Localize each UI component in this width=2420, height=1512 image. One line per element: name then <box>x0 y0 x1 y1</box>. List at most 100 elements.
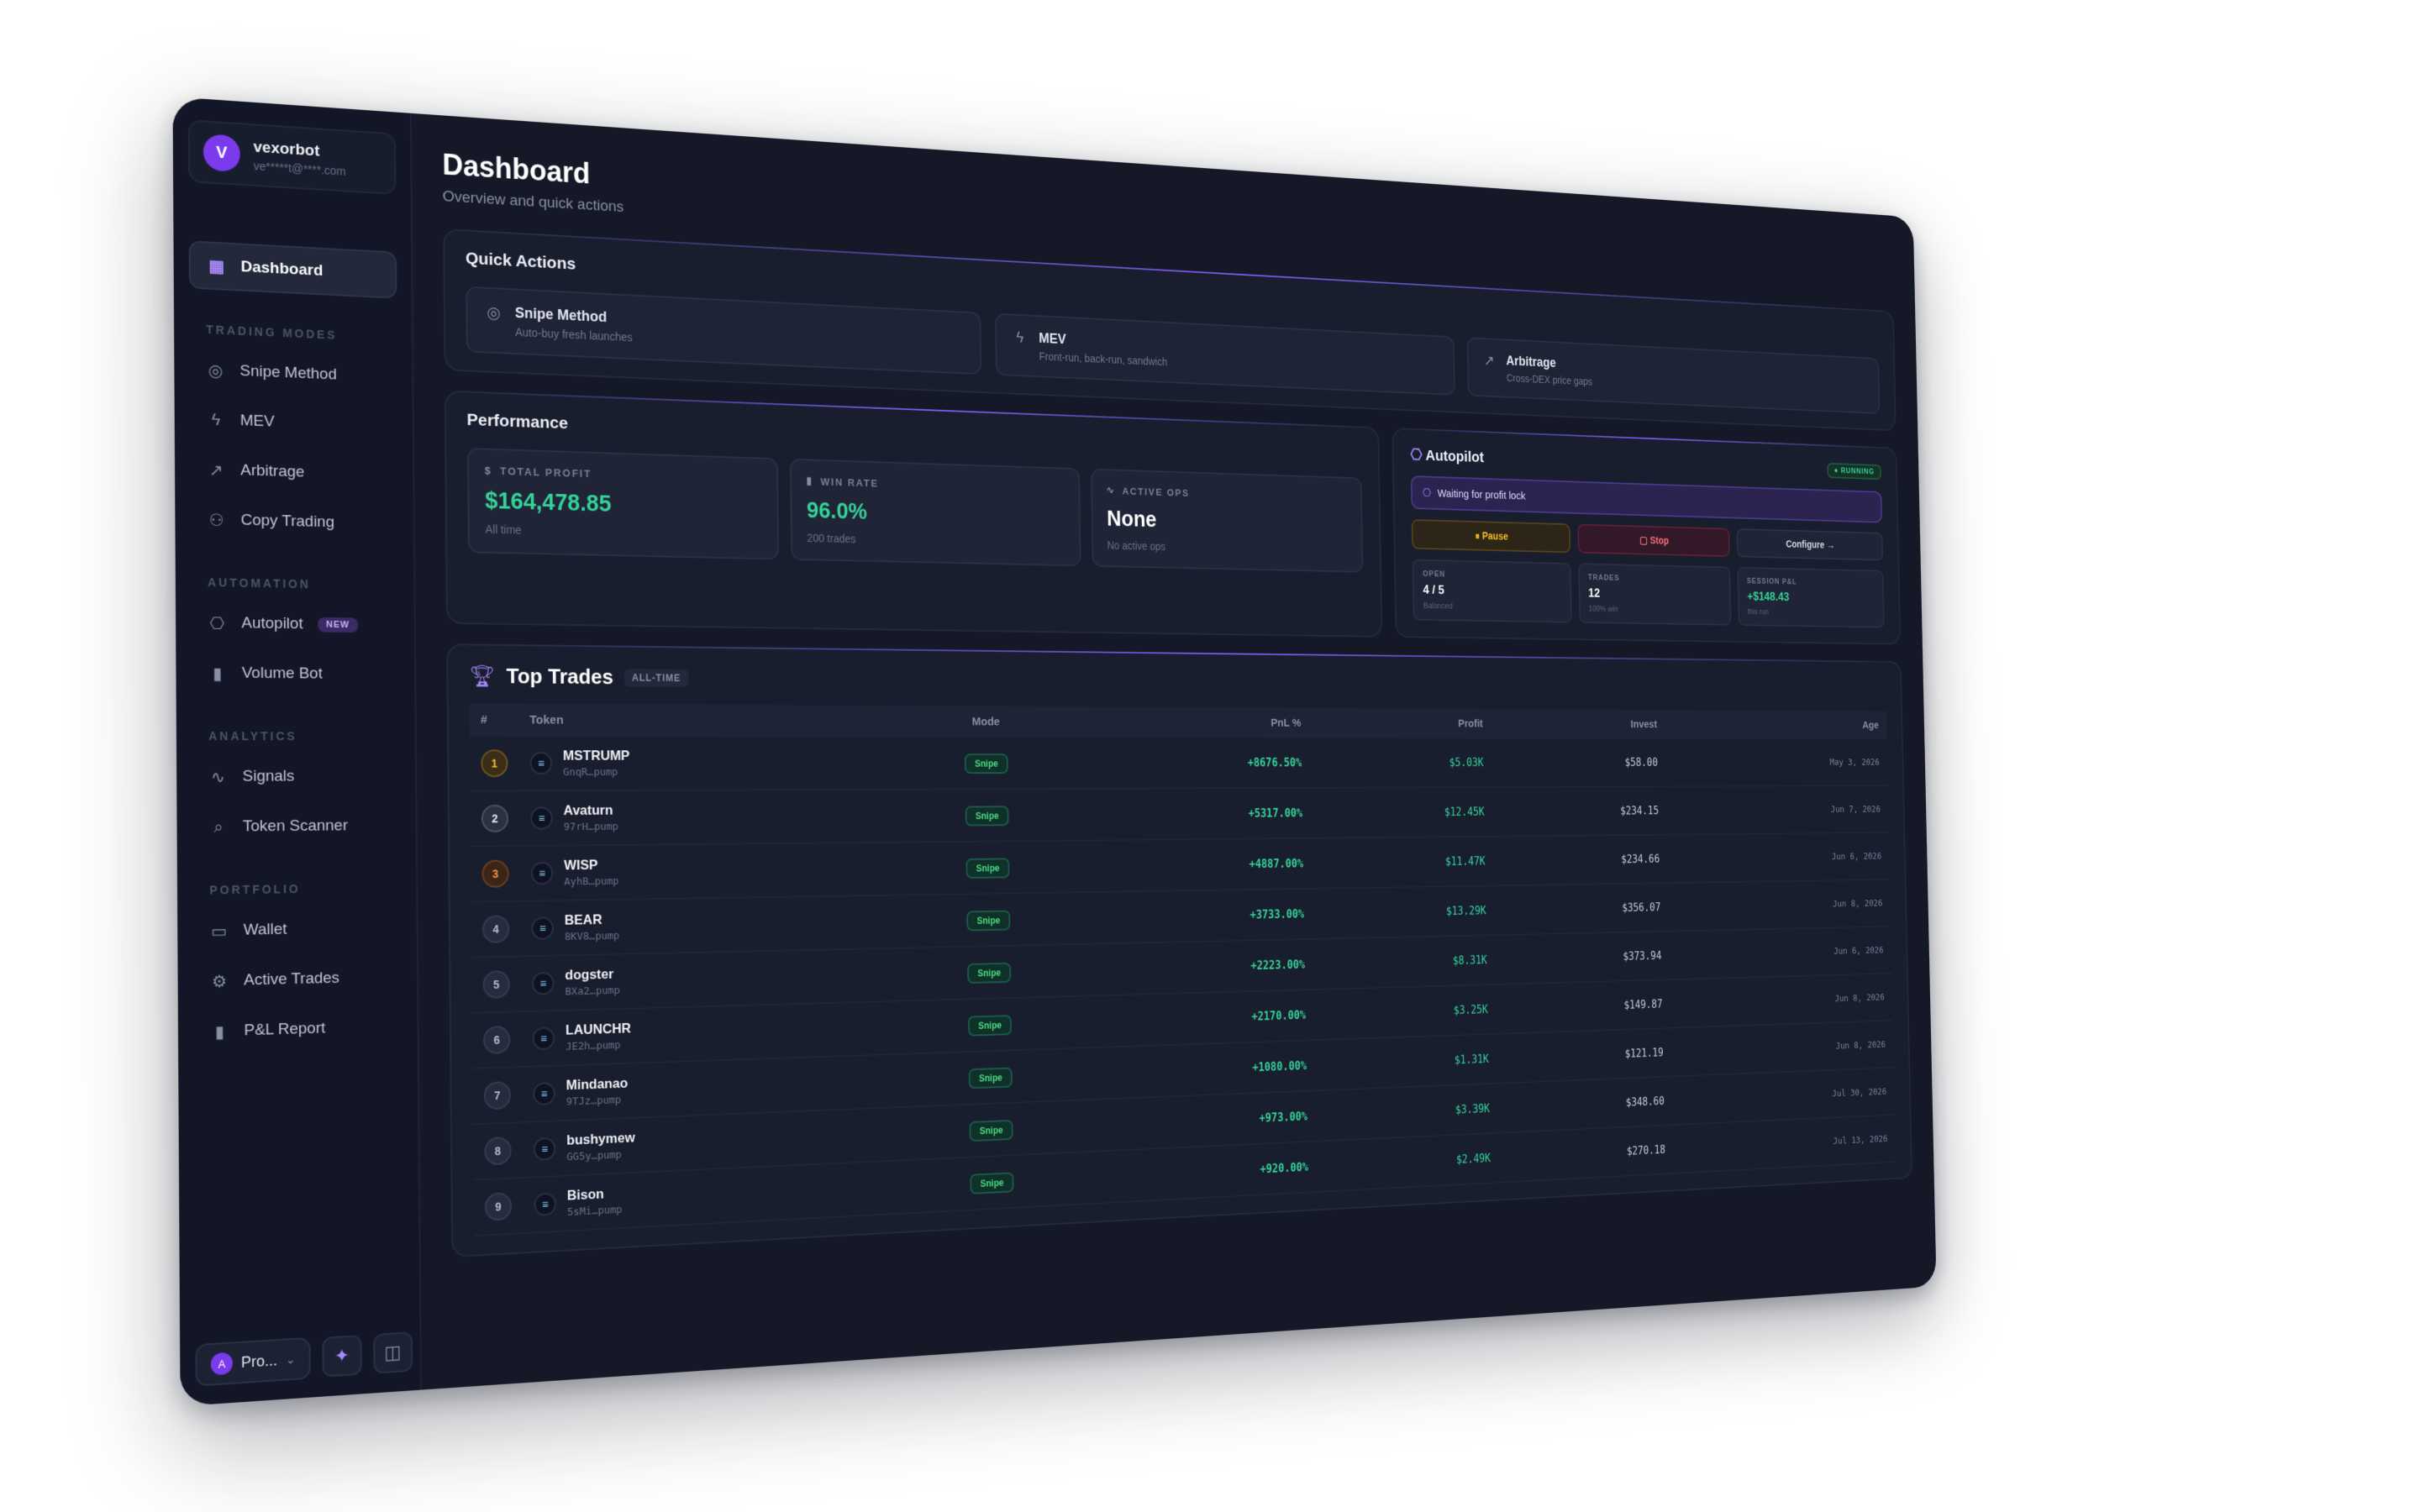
col-invest: Invest <box>1491 709 1665 739</box>
cell-pnl: +2170.00% <box>1086 990 1315 1047</box>
stat-label-text: TOTAL PROFIT <box>500 465 592 480</box>
target-icon: ◎ <box>206 361 224 381</box>
sidebar-item-token-scanner[interactable]: ⌕ Token Scanner <box>192 804 402 850</box>
cell-invest: $58.00 <box>1492 738 1667 787</box>
ap-stat-value: 4 / 5 <box>1423 583 1561 600</box>
ap-stat-value: 12 <box>1588 586 1721 603</box>
configure-button[interactable]: Configure → <box>1736 528 1883 560</box>
sparkle-button[interactable]: ✦ <box>322 1335 361 1378</box>
cell-age: May 3, 2026 <box>1665 739 1887 787</box>
solana-icon: ≡ <box>532 972 554 995</box>
quick-action-desc: Cross-DEX price gaps <box>1507 372 1592 387</box>
section-analytics: ANALYTICS <box>208 729 400 743</box>
cell-pnl: +1080.00% <box>1086 1040 1316 1100</box>
token-info: ≡ LAUNCHR JE2h…pump <box>533 1013 881 1054</box>
cell-age: Jun 6, 2026 <box>1670 927 1892 979</box>
token-address: BXa2…pump <box>566 984 620 998</box>
bolt-icon: ϟ <box>207 411 225 430</box>
table-row[interactable]: 1 ≡ MSTRUMP GnqR…pump Snipe +8676.50% $5.03K $5… <box>470 737 1888 791</box>
pause-label: Pause <box>1482 530 1508 543</box>
sidebar-item-dashboard[interactable]: ▦ Dashboard <box>189 240 397 299</box>
rank-badge: 4 <box>482 915 509 943</box>
stop-button[interactable]: ▢ Stop <box>1577 524 1730 557</box>
token-info: ≡ Mindanao 9TJz…pump <box>533 1067 881 1110</box>
mode-badge: Snipe <box>965 806 1009 826</box>
mode-badge: Snipe <box>967 962 1011 983</box>
autopilot-title: ⎔ Autopilot <box>1410 446 1484 467</box>
sidebar-item-pnl-report[interactable]: ▮ P&L Report <box>193 1004 402 1055</box>
mode-badge: Snipe <box>966 910 1010 931</box>
avatar: V <box>203 134 240 172</box>
trophy-icon: 🏆︎ <box>469 664 496 689</box>
cell-profit: $11.47K <box>1313 837 1495 889</box>
sidebar-item-signals[interactable]: ∿ Signals <box>192 754 401 800</box>
cell-token: ≡ WISP AyhB…pump <box>520 843 890 901</box>
grid-icon: ▦ <box>208 256 226 276</box>
sidebar-item-arbitrage[interactable]: ↗ Arbitrage <box>190 447 398 497</box>
cell-profit: $3.25K <box>1315 984 1497 1040</box>
sidebar-item-autopilot[interactable]: ⎔ Autopilot NEW <box>191 601 400 648</box>
cell-age: Jun 8, 2026 <box>1671 1021 1894 1077</box>
trend-up-icon: ↗ <box>207 460 225 479</box>
rank-badge: 2 <box>481 805 508 832</box>
sidebar-item-label: Token Scanner <box>243 817 348 837</box>
bar-chart-icon: ▮ <box>210 1022 229 1042</box>
collapse-sidebar-button[interactable]: ◫ <box>373 1331 413 1373</box>
quick-action-label: Snipe Method <box>515 305 633 328</box>
plan-avatar: A <box>211 1352 233 1376</box>
cell-rank: 4 <box>471 901 520 958</box>
cell-invest: $373.94 <box>1496 932 1670 984</box>
sidebar-item-label: Active Trades <box>244 969 339 990</box>
cell-age: Jun 8, 2026 <box>1669 879 1891 932</box>
sidebar-item-label: Arbitrage <box>240 462 304 482</box>
solana-icon: ≡ <box>531 916 553 939</box>
sidebar-item-copy-trading[interactable]: ⚇ Copy Trading <box>190 496 398 546</box>
ap-stat-trades: TRADES 12 100% win <box>1578 563 1731 625</box>
cell-rank: 5 <box>471 956 521 1012</box>
pause-button[interactable]: ⏸ Pause <box>1412 519 1570 553</box>
cell-invest: $348.60 <box>1498 1076 1673 1132</box>
rank-badge: 5 <box>482 970 509 999</box>
sidebar-toggle-icon: ◫ <box>384 1341 401 1364</box>
cell-mode: Snipe <box>887 738 1082 790</box>
mode-badge: Snipe <box>969 1067 1013 1089</box>
ap-stat-open: OPEN 4 / 5 Balanced <box>1413 559 1572 623</box>
col-age: Age <box>1665 710 1887 739</box>
stop-label: Stop <box>1649 534 1669 546</box>
sidebar-item-mev[interactable]: ϟ MEV <box>190 396 398 449</box>
quick-action-snipe[interactable]: ◎ Snipe Method Auto-buy fresh launches <box>466 286 981 375</box>
cell-rank: 8 <box>473 1122 523 1180</box>
token-address: 8KV8…pump <box>565 930 619 943</box>
ap-stat-label: SESSION P&L <box>1747 577 1875 588</box>
cell-age: Jun 6, 2026 <box>1668 832 1891 883</box>
sidebar-item-wallet[interactable]: ▭ Wallet <box>192 906 402 954</box>
token-address: JE2h…pump <box>566 1039 631 1053</box>
autopilot-stats: OPEN 4 / 5 Balanced TRADES 12 100% win S… <box>1413 559 1885 628</box>
quick-action-mev[interactable]: ϟ MEV Front-run, back-run, sandwich <box>995 313 1455 396</box>
plan-switcher[interactable]: A Pro... ⌄ <box>195 1337 310 1387</box>
chevron-down-icon: ⌄ <box>286 1352 296 1367</box>
sidebar-item-snipe[interactable]: ◎ Snipe Method <box>189 347 397 400</box>
stat-sub: 200 trades <box>807 532 1065 550</box>
users-icon: ⚇ <box>208 511 226 529</box>
dollar-icon: $ <box>485 465 492 477</box>
rank-badge: 8 <box>484 1137 512 1165</box>
rank-badge: 3 <box>481 860 508 888</box>
cell-profit: $3.39K <box>1316 1084 1499 1142</box>
profile-card[interactable]: V vexorbot ve*****t@****.com <box>188 119 397 195</box>
autopilot-header: ⎔ Autopilot ● RUNNING <box>1410 446 1881 480</box>
sidebar-item-volume-bot[interactable]: ▮ Volume Bot <box>191 650 400 696</box>
quick-action-arbitrage[interactable]: ↗ Arbitrage Cross-DEX price gaps <box>1467 337 1881 414</box>
scene: V vexorbot ve*****t@****.com ▦ Dashboard… <box>0 0 2420 1512</box>
solana-icon: ≡ <box>533 1026 555 1050</box>
stat-active-ops: ∿ ACTIVE OPS None No active ops <box>1091 469 1363 573</box>
rank-badge: 9 <box>485 1192 513 1221</box>
sidebar-item-active-trades[interactable]: ⚙ Active Trades <box>193 955 402 1005</box>
stat-label: ∿ ACTIVE OPS <box>1107 484 1349 503</box>
sidebar-item-label: Snipe Method <box>239 362 337 384</box>
col-token: Token <box>518 703 887 737</box>
top-trades-table: # Token Mode PnL % Profit Invest Age 1 ≡ M… <box>469 703 1896 1236</box>
cell-age: Jul 13, 2026 <box>1673 1115 1896 1173</box>
quick-action-label: Arbitrage <box>1506 354 1591 373</box>
sidebar-item-label: Copy Trading <box>241 512 335 532</box>
